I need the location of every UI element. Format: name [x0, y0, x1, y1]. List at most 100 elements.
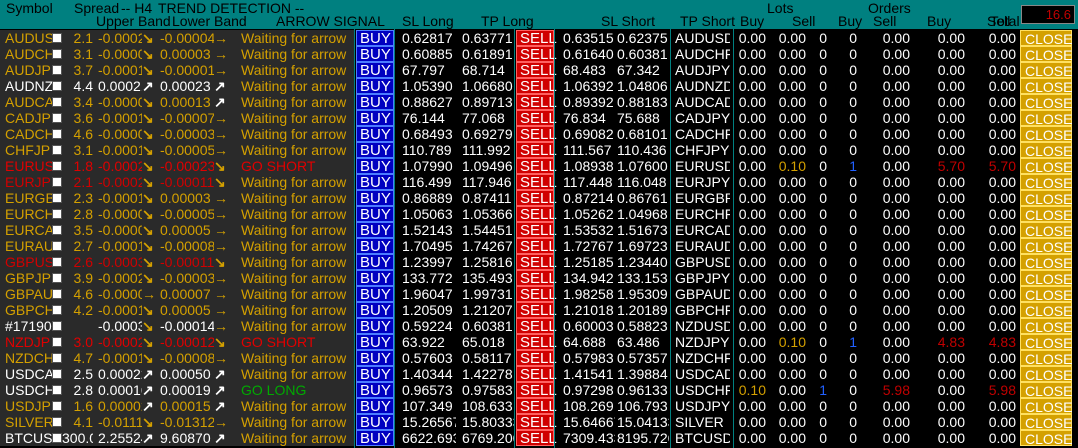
select-checkbox[interactable] — [52, 209, 62, 219]
select-checkbox[interactable] — [52, 433, 62, 443]
buy-button[interactable]: BUY — [356, 190, 394, 207]
select-checkbox[interactable] — [52, 193, 62, 203]
close-button[interactable]: CLOSE — [1020, 206, 1072, 223]
buy-button[interactable]: BUY — [356, 30, 394, 47]
close-button[interactable]: CLOSE — [1020, 94, 1072, 111]
buy-button[interactable]: BUY — [356, 206, 394, 223]
buy-button[interactable]: BUY — [356, 142, 394, 159]
sell-button[interactable]: SELL — [516, 206, 557, 223]
buy-button[interactable]: BUY — [356, 318, 394, 335]
sell-button[interactable]: SELL — [516, 398, 557, 415]
select-checkbox[interactable] — [52, 369, 62, 379]
close-button[interactable]: CLOSE — [1020, 190, 1072, 207]
sell-button[interactable]: SELL — [516, 302, 557, 319]
symbol-label[interactable]: BTCUSD — [5, 430, 53, 446]
select-checkbox[interactable] — [52, 401, 62, 411]
buy-button[interactable]: BUY — [356, 382, 394, 399]
close-button[interactable]: CLOSE — [1020, 110, 1072, 127]
sell-button[interactable]: SELL — [516, 158, 557, 175]
close-button[interactable]: CLOSE — [1020, 46, 1072, 63]
buy-button[interactable]: BUY — [356, 174, 394, 191]
select-checkbox[interactable] — [52, 417, 62, 427]
symbol-label[interactable]: EURUS — [5, 158, 53, 174]
sell-button[interactable]: SELL — [516, 46, 557, 63]
select-checkbox[interactable] — [52, 33, 62, 43]
buy-button[interactable]: BUY — [356, 126, 394, 143]
symbol-label[interactable]: EURJP — [5, 174, 53, 190]
sell-button[interactable]: SELL — [516, 190, 557, 207]
select-checkbox[interactable] — [52, 289, 62, 299]
close-button[interactable]: CLOSE — [1020, 302, 1072, 319]
close-button[interactable]: CLOSE — [1020, 158, 1072, 175]
buy-button[interactable]: BUY — [356, 158, 394, 175]
buy-button[interactable]: BUY — [356, 302, 394, 319]
select-checkbox[interactable] — [52, 353, 62, 363]
select-checkbox[interactable] — [52, 385, 62, 395]
close-button[interactable]: CLOSE — [1020, 398, 1072, 415]
buy-button[interactable]: BUY — [356, 254, 394, 271]
buy-button[interactable]: BUY — [356, 46, 394, 63]
symbol-label[interactable]: USDCH — [5, 382, 53, 398]
symbol-label[interactable]: AUDCA — [5, 94, 53, 110]
select-checkbox[interactable] — [52, 257, 62, 267]
select-checkbox[interactable] — [52, 177, 62, 187]
buy-button[interactable]: BUY — [356, 430, 394, 447]
select-checkbox[interactable] — [52, 129, 62, 139]
buy-button[interactable]: BUY — [356, 286, 394, 303]
sell-button[interactable]: SELL — [516, 430, 557, 447]
close-button[interactable]: CLOSE — [1020, 254, 1072, 271]
select-checkbox[interactable] — [52, 273, 62, 283]
select-checkbox[interactable] — [52, 161, 62, 171]
buy-button[interactable]: BUY — [356, 414, 394, 431]
buy-button[interactable]: BUY — [356, 238, 394, 255]
select-checkbox[interactable] — [52, 49, 62, 59]
symbol-label[interactable]: EURGB — [5, 190, 53, 206]
symbol-label[interactable]: CADJP — [5, 110, 53, 126]
close-button[interactable]: CLOSE — [1020, 222, 1072, 239]
buy-button[interactable]: BUY — [356, 350, 394, 367]
symbol-label[interactable]: NZDCH — [5, 350, 53, 366]
select-checkbox[interactable] — [52, 241, 62, 251]
close-button[interactable]: CLOSE — [1020, 62, 1072, 79]
symbol-label[interactable]: EURCA — [5, 222, 53, 238]
buy-button[interactable]: BUY — [356, 366, 394, 383]
close-button[interactable]: CLOSE — [1020, 286, 1072, 303]
buy-button[interactable]: BUY — [356, 94, 394, 111]
sell-button[interactable]: SELL — [516, 366, 557, 383]
sell-button[interactable]: SELL — [516, 30, 557, 47]
symbol-label[interactable]: SILVER — [5, 414, 53, 430]
buy-button[interactable]: BUY — [356, 222, 394, 239]
sell-button[interactable]: SELL — [516, 270, 557, 287]
select-checkbox[interactable] — [52, 65, 62, 75]
sell-button[interactable]: SELL — [516, 94, 557, 111]
symbol-label[interactable]: #1719061.33;sh — [5, 318, 53, 334]
symbol-label[interactable]: GBPCH — [5, 302, 53, 318]
select-checkbox[interactable] — [52, 81, 62, 91]
sell-button[interactable]: SELL — [516, 254, 557, 271]
close-button[interactable]: CLOSE — [1020, 126, 1072, 143]
buy-button[interactable]: BUY — [356, 270, 394, 287]
symbol-label[interactable]: AUDCH — [5, 46, 53, 62]
close-button[interactable]: CLOSE — [1020, 318, 1072, 335]
select-checkbox[interactable] — [52, 97, 62, 107]
symbol-label[interactable]: CHFJP — [5, 142, 53, 158]
symbol-label[interactable]: AUDUS — [5, 30, 53, 46]
sell-button[interactable]: SELL — [516, 318, 557, 335]
sell-button[interactable]: SELL — [516, 350, 557, 367]
sell-button[interactable]: SELL — [516, 382, 557, 399]
close-button[interactable]: CLOSE — [1020, 270, 1072, 287]
close-button[interactable]: CLOSE — [1020, 414, 1072, 431]
sell-button[interactable]: SELL — [516, 78, 557, 95]
close-button[interactable]: CLOSE — [1020, 366, 1072, 383]
buy-button[interactable]: BUY — [356, 398, 394, 415]
close-button[interactable]: CLOSE — [1020, 78, 1072, 95]
symbol-label[interactable]: AUDJP — [5, 62, 53, 78]
sell-button[interactable]: SELL — [516, 334, 557, 351]
sell-button[interactable]: SELL — [516, 126, 557, 143]
close-button[interactable]: CLOSE — [1020, 30, 1072, 47]
close-button[interactable]: CLOSE — [1020, 382, 1072, 399]
close-button[interactable]: CLOSE — [1020, 334, 1072, 351]
select-checkbox[interactable] — [52, 145, 62, 155]
sell-button[interactable]: SELL — [516, 174, 557, 191]
select-checkbox[interactable] — [52, 337, 62, 347]
